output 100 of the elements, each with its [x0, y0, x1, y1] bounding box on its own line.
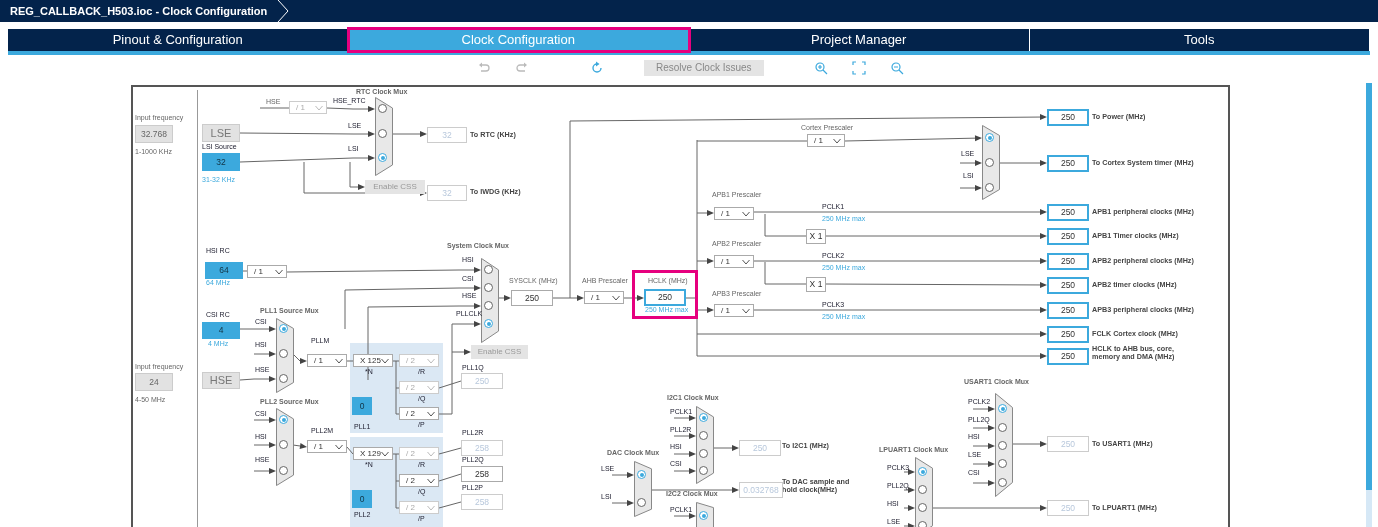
connector-line: [239, 378, 255, 381]
mux-drawing: [915, 457, 933, 527]
radio-button[interactable]: [378, 129, 387, 138]
connector-line: [438, 473, 462, 482]
zoom-out-icon[interactable]: [889, 61, 904, 75]
fit-screen-icon[interactable]: [851, 61, 866, 75]
tab[interactable]: Clock Configuration: [348, 29, 689, 51]
value-field: 250: [511, 290, 553, 306]
tab[interactable]: Tools: [1029, 29, 1370, 51]
value-field: X 1: [806, 229, 826, 244]
arrow-connector: [696, 210, 714, 216]
value-field: 250: [1047, 277, 1089, 294]
arrow-connector: [673, 433, 696, 439]
arrow-connector: [959, 160, 982, 166]
arrow-connector: [972, 480, 995, 486]
clock-source-block[interactable]: 0: [352, 397, 372, 415]
dropdown[interactable]: X 125: [353, 354, 393, 367]
arrow-connector: [458, 285, 481, 291]
radio-button[interactable]: [637, 470, 646, 479]
caret-icon: [335, 358, 343, 364]
connector-line: [239, 328, 255, 330]
radio-button[interactable]: [484, 301, 493, 310]
radio-button[interactable]: [918, 467, 927, 476]
dropdown[interactable]: / 1: [714, 255, 754, 268]
radio-button[interactable]: [699, 466, 708, 475]
mux-drawing: [634, 461, 652, 517]
radio-button[interactable]: [637, 498, 646, 507]
value-field: 250: [1047, 228, 1089, 245]
radio-button[interactable]: [279, 415, 288, 424]
arrow-connector: [623, 295, 644, 301]
radio-button[interactable]: [985, 133, 994, 142]
radio-button[interactable]: [279, 466, 288, 475]
frequency-field[interactable]: 24: [135, 373, 173, 391]
radio-button[interactable]: [378, 153, 387, 162]
arrow-connector: [903, 505, 915, 511]
dropdown[interactable]: / 1: [307, 440, 347, 453]
dropdown[interactable]: / 1: [807, 134, 845, 147]
radio-button[interactable]: [998, 478, 1007, 487]
dropdown[interactable]: / 1: [714, 207, 754, 220]
caret-icon: [427, 385, 435, 391]
radio-button[interactable]: [998, 441, 1007, 450]
radio-button[interactable]: [378, 104, 387, 113]
dropdown[interactable]: / 1: [714, 304, 754, 317]
arrow-connector: [299, 358, 307, 364]
arrow-connector: [451, 349, 471, 355]
radio-button[interactable]: [699, 511, 708, 520]
dropdown[interactable]: X 129: [353, 447, 393, 460]
value-field: 250: [461, 373, 503, 389]
radio-button[interactable]: [918, 485, 927, 494]
clock-source-block[interactable]: 64: [205, 262, 243, 279]
zoom-in-icon[interactable]: [813, 61, 828, 75]
clock-source-block[interactable]: 32: [202, 153, 240, 171]
dropdown[interactable]: / 1: [584, 291, 624, 304]
dropdown[interactable]: / 1: [307, 354, 347, 367]
radio-button[interactable]: [998, 404, 1007, 413]
value-field: 258: [461, 466, 503, 482]
caret-icon: [427, 451, 435, 457]
radio-button[interactable]: [699, 413, 708, 422]
tab[interactable]: Pinout & Configuration: [8, 29, 349, 51]
redo-icon[interactable]: [515, 61, 529, 75]
radio-button[interactable]: [279, 440, 288, 449]
radio-button[interactable]: [985, 183, 994, 192]
radio-button[interactable]: [484, 283, 493, 292]
connector-line: [438, 501, 462, 509]
value-field: 258: [461, 494, 503, 510]
value-field: 250: [644, 289, 686, 306]
arrow-connector: [972, 443, 995, 449]
radio-button[interactable]: [279, 374, 288, 383]
arrow-connector: [673, 513, 696, 519]
dropdown[interactable]: / 2: [399, 407, 439, 420]
dropdown[interactable]: / 2: [399, 474, 439, 487]
radio-button[interactable]: [484, 265, 493, 274]
connector-line: [346, 360, 354, 362]
tab[interactable]: Project Manager: [689, 29, 1030, 51]
frequency-field[interactable]: 32.768: [135, 125, 173, 143]
value-field: 250: [1047, 500, 1089, 516]
arrow-connector: [972, 461, 995, 467]
value-field: 250: [1047, 348, 1089, 365]
caret-icon: [427, 478, 435, 484]
radio-button[interactable]: [699, 449, 708, 458]
radio-button[interactable]: [484, 319, 493, 328]
radio-button[interactable]: [918, 503, 927, 512]
clock-source-block[interactable]: 4: [202, 322, 240, 339]
caret-icon: [427, 505, 435, 511]
arrow-connector: [292, 443, 307, 449]
undo-icon[interactable]: [477, 61, 491, 75]
radio-button[interactable]: [279, 324, 288, 333]
radio-button[interactable]: [699, 431, 708, 440]
arrow-connector: [253, 351, 276, 357]
refresh-icon[interactable]: [590, 61, 604, 75]
radio-button[interactable]: [998, 459, 1007, 468]
radio-button[interactable]: [998, 423, 1007, 432]
arrow-connector: [458, 267, 481, 273]
radio-button[interactable]: [985, 158, 994, 167]
dropdown[interactable]: / 1: [247, 265, 287, 278]
clock-source-block[interactable]: 0: [352, 490, 372, 508]
radio-button[interactable]: [279, 349, 288, 358]
arrow-connector: [972, 425, 995, 431]
arrow-connector: [712, 445, 739, 451]
value-field: 0.032768: [739, 482, 783, 498]
